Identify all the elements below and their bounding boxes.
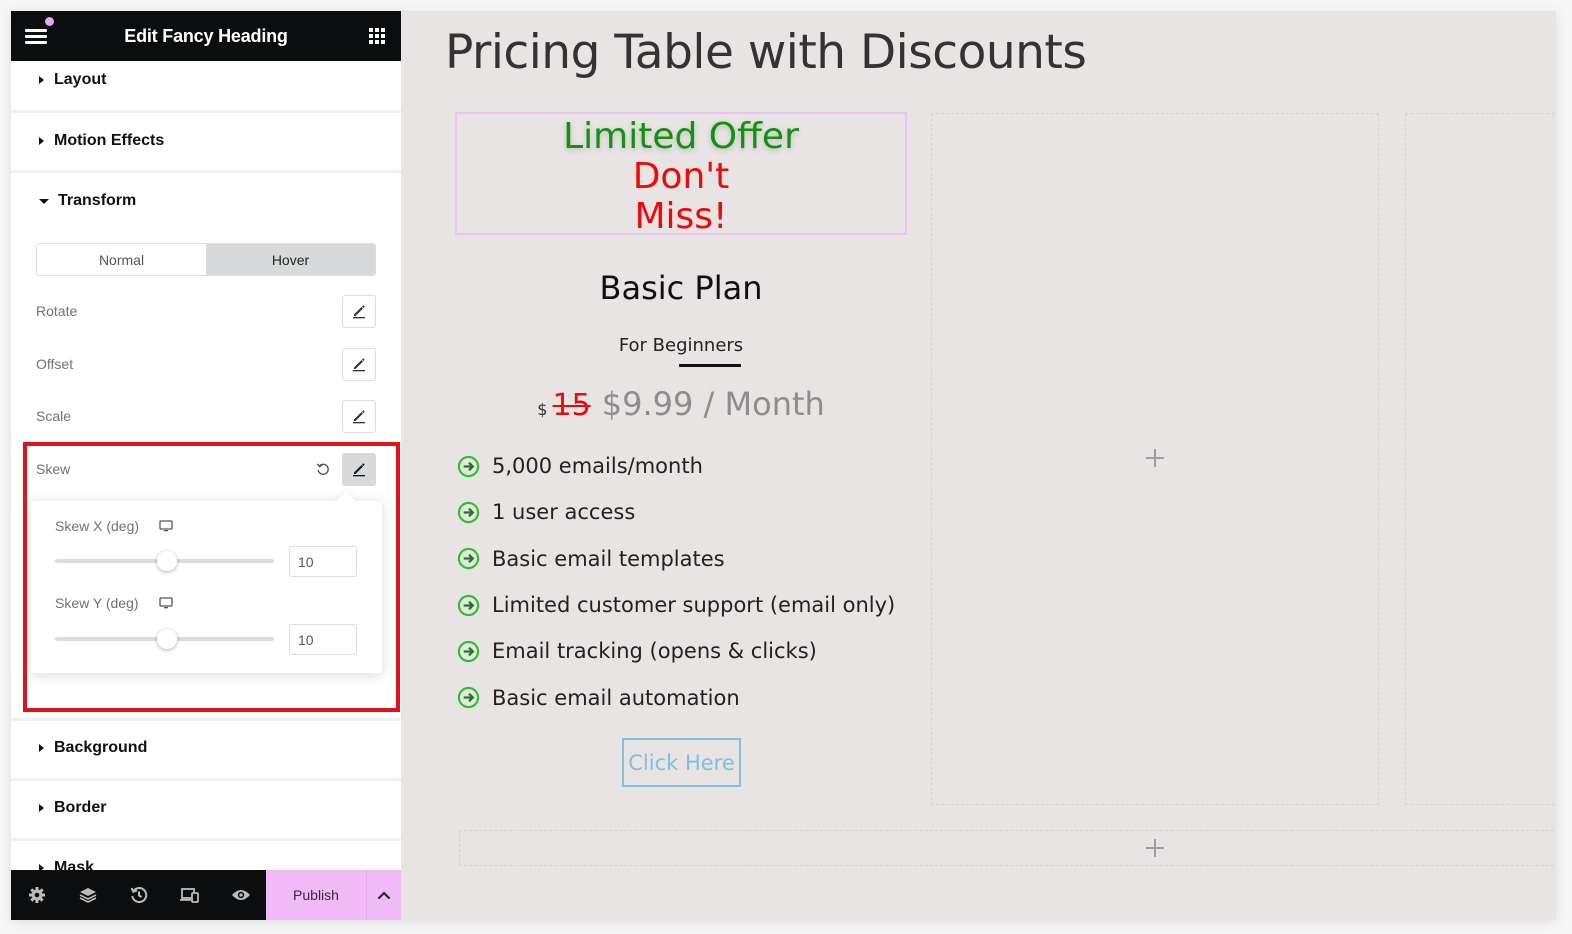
navigator-button[interactable] (62, 870, 113, 920)
section-border-toggle[interactable]: Border (39, 799, 106, 817)
feature-text: Basic email templates (492, 546, 725, 571)
caret-down-icon (39, 198, 49, 204)
caret-right-icon (39, 744, 44, 752)
feature-text: Email tracking (opens & clicks) (492, 639, 817, 664)
empty-column[interactable] (1405, 113, 1556, 805)
settings-button[interactable] (11, 870, 62, 920)
rotate-edit-button[interactable] (342, 294, 376, 328)
section-transform-toggle[interactable]: Transform (39, 192, 136, 210)
section-border[interactable]: Border (11, 781, 401, 838)
arrow-circle-right-icon (457, 686, 480, 709)
offer-line-3: Miss! (634, 196, 728, 237)
pencil-icon (353, 305, 365, 319)
responsive-icon (179, 888, 199, 903)
feature-list: 5,000 emails/month 1 user access Basic e… (457, 443, 895, 721)
publish-options-button[interactable] (366, 870, 401, 920)
layers-icon (79, 888, 96, 903)
section-label: Motion Effects (54, 132, 165, 149)
feature-item: Limited customer support (email only) (457, 582, 895, 628)
pencil-icon (353, 410, 365, 424)
feature-item: Email tracking (opens & clicks) (457, 628, 895, 674)
section-layout[interactable]: Layout (11, 61, 401, 110)
feature-item: 1 user access (457, 489, 895, 535)
add-section-icon[interactable] (1144, 837, 1166, 859)
page-canvas: Pricing Table with Discounts Limited Off… (401, 11, 1556, 920)
tab-hover[interactable]: Hover (206, 244, 375, 275)
scale-edit-button[interactable] (342, 399, 376, 433)
offer-line-1: Limited Offer (563, 116, 799, 157)
panel-footer: Publish (11, 870, 401, 920)
section-background-toggle[interactable]: Background (39, 739, 147, 757)
section-motion-effects-toggle[interactable]: Motion Effects (39, 132, 164, 150)
scale-control: Scale (36, 399, 376, 433)
offset-edit-button[interactable] (342, 347, 376, 381)
arrow-circle-right-icon (457, 455, 480, 477)
page-title: Pricing Table with Discounts (445, 25, 1087, 80)
panel-title: Edit Fancy Heading (124, 25, 288, 46)
rotate-control: Rotate (36, 294, 376, 328)
feature-item: Basic email templates (457, 536, 895, 582)
price-row: $ 15 $9.99 / Month (455, 385, 907, 423)
arrow-circle-right-icon (457, 501, 480, 524)
panel-header: Edit Fancy Heading (11, 11, 401, 61)
editor-panel: Edit Fancy Heading Layout Motion Effects… (11, 11, 401, 920)
feature-item: Basic email automation (457, 674, 895, 720)
preview-button[interactable] (215, 870, 266, 920)
caret-right-icon (39, 137, 44, 145)
feature-text: Limited customer support (email only) (492, 593, 896, 618)
widgets-grid-icon[interactable] (369, 28, 385, 44)
chevron-up-icon (377, 890, 391, 899)
editor-window: Edit Fancy Heading Layout Motion Effects… (11, 11, 1556, 920)
publish-button[interactable]: Publish (266, 870, 366, 920)
state-tabs: Normal Hover (36, 243, 376, 276)
subtitle-divider (679, 364, 741, 367)
feature-text: 1 user access (492, 500, 636, 525)
offer-line-2: Don't (632, 156, 730, 197)
arrow-circle-right-icon (457, 640, 480, 662)
history-button[interactable] (113, 870, 164, 920)
fancy-heading-widget[interactable]: Limited Offer Don't Miss! (455, 112, 907, 237)
plan-subtitle: For Beginners (618, 335, 744, 356)
click-here-button[interactable]: Click Here (622, 738, 741, 787)
plan-name: Basic Plan (599, 269, 763, 307)
caret-right-icon (39, 804, 44, 812)
arrow-circle-right-icon (457, 594, 480, 616)
discounted-price: $9.99 / Month (601, 385, 825, 423)
preview-icon (231, 890, 250, 900)
section-motion-effects[interactable]: Motion Effects (11, 113, 401, 170)
pencil-icon (353, 358, 365, 372)
annotation-highlight-box (23, 442, 400, 712)
rotate-label: Rotate (36, 303, 78, 319)
add-element-icon[interactable] (1144, 447, 1166, 469)
responsive-mode-button[interactable] (164, 870, 215, 920)
feature-text: Basic email automation (492, 685, 740, 710)
section-layout-toggle[interactable]: Layout (39, 71, 106, 89)
history-icon (130, 887, 147, 903)
settings-icon (28, 887, 45, 903)
price-currency: $ (537, 400, 548, 419)
notification-dot (45, 17, 54, 26)
caret-right-icon (39, 76, 44, 84)
arrow-circle-right-icon (457, 548, 480, 570)
section-label: Transform (58, 192, 137, 209)
offset-label: Offset (36, 356, 74, 372)
section-label: Layout (54, 71, 107, 88)
offset-control: Offset (36, 347, 376, 381)
tab-normal[interactable]: Normal (37, 244, 206, 275)
feature-text: 5,000 emails/month (492, 454, 703, 479)
menu-icon[interactable] (25, 29, 47, 45)
section-background[interactable]: Background (11, 721, 401, 778)
scale-label: Scale (36, 408, 72, 424)
section-label: Background (54, 739, 148, 756)
section-label: Border (54, 799, 107, 816)
add-section-area[interactable] (459, 830, 1556, 866)
original-price: 15 (552, 388, 591, 423)
feature-item: 5,000 emails/month (457, 443, 895, 489)
